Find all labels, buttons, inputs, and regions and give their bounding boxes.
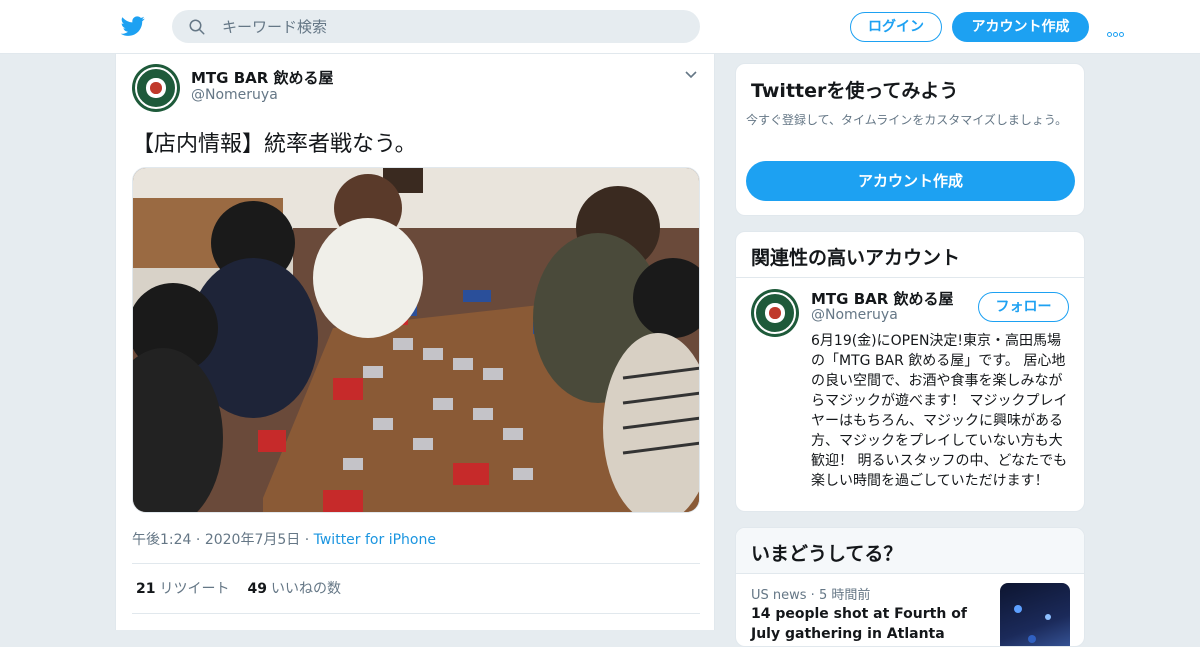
tweet-photo[interactable] (132, 167, 700, 513)
signup-card-title: Twitterを使ってみよう (751, 80, 959, 102)
more-dots-icon[interactable] (1107, 22, 1131, 37)
search-icon (189, 19, 205, 35)
signup-card: Twitterを使ってみよう 今すぐ登録して、タイムラインをカスタマイズしましょ… (735, 63, 1085, 216)
related-account-handle[interactable]: @Nomeruya (811, 307, 898, 323)
avatar[interactable] (132, 64, 180, 112)
related-account-bio: 6月19(金)にOPEN決定!東京・高田馬場の「MTG BAR 飲める屋」です。… (811, 333, 1068, 489)
tweet-source[interactable]: Twitter for iPhone (314, 532, 436, 548)
signup-button[interactable]: アカウント作成 (952, 12, 1089, 42)
trends-card: いまどうしてる？ US news · 5 時間前 14 people shot … (735, 527, 1085, 647)
divider (736, 277, 1084, 278)
related-accounts-title: 関連性の高いアカウント (751, 247, 961, 269)
divider (132, 613, 700, 614)
search-box[interactable] (172, 10, 700, 43)
like-label[interactable]: いいねの数 (271, 581, 341, 597)
trends-header: いまどうしてる？ (736, 528, 1084, 574)
tweet-card: MTG BAR 飲める屋 @Nomeruya 【店内情報】統率者戦なう。 午後1… (115, 54, 715, 630)
trends-title: いまどうしてる？ (751, 543, 903, 565)
author-name[interactable]: MTG BAR 飲める屋 (191, 67, 334, 88)
tweet-date[interactable]: 2020年7月5日 (205, 532, 300, 548)
tweet-text: 【店内情報】統率者戦なう。 (132, 132, 417, 157)
retweet-count[interactable]: 21 (136, 581, 155, 597)
signup-card-button[interactable]: アカウント作成 (746, 161, 1075, 201)
tweet-time[interactable]: 午後1:24 (132, 532, 191, 548)
follow-button[interactable]: フォロー (978, 292, 1069, 322)
trend-item-meta: US news · 5 時間前 (751, 588, 871, 603)
author-handle[interactable]: @Nomeruya (191, 87, 278, 103)
signup-card-description: 今すぐ登録して、タイムラインをカスタマイズしましょう。 (746, 113, 1068, 127)
divider (132, 563, 700, 564)
twitter-bird-icon[interactable] (120, 14, 146, 38)
photo-illustration (133, 168, 699, 512)
search-input[interactable] (222, 10, 682, 43)
tweet-meta: 午後1:24 · 2020年7月5日 · Twitter for iPhone (132, 532, 436, 548)
trend-item-thumbnail[interactable] (1000, 583, 1070, 646)
avatar[interactable] (751, 289, 799, 337)
retweet-label[interactable]: リツイート (159, 581, 229, 597)
related-accounts-card: 関連性の高いアカウント MTG BAR 飲める屋 @Nomeruya フォロー … (735, 231, 1085, 512)
chevron-down-icon[interactable] (684, 70, 698, 80)
top-navigation-bar: ログイン アカウント作成 (0, 0, 1200, 54)
tweet-stats: 21 リツイート 49 いいねの数 (136, 578, 341, 598)
login-button[interactable]: ログイン (850, 12, 942, 42)
trend-item-headline[interactable]: 14 people shot at Fourth of July gatheri… (751, 604, 991, 644)
related-account-name[interactable]: MTG BAR 飲める屋 (811, 288, 954, 309)
like-count[interactable]: 49 (247, 581, 266, 597)
